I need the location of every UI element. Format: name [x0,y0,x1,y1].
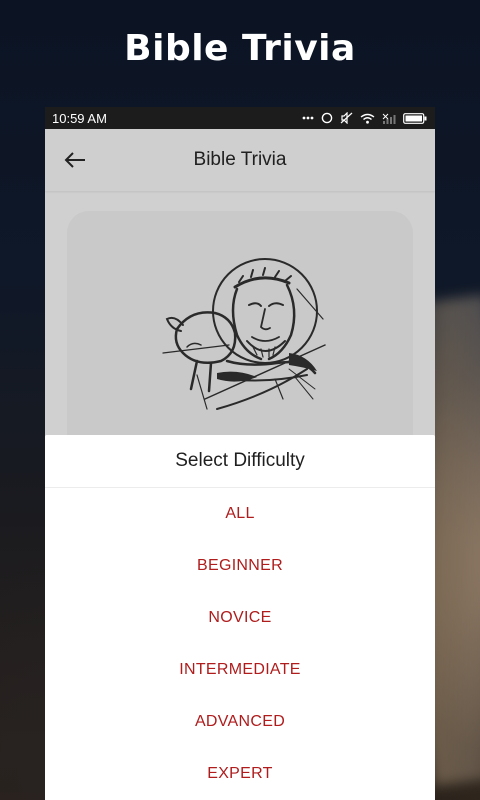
mute-icon [340,112,353,124]
difficulty-option-novice[interactable]: NOVICE [45,592,435,644]
promo-title: Bible Trivia [124,28,356,69]
phone-screen: 10:59 AM Bible Trivia Select Difficulty … [45,107,435,800]
status-icons [302,112,427,124]
alarm-icon [321,112,333,124]
jesus-lamb-illustration [162,258,326,410]
difficulty-option-intermediate[interactable]: INTERMEDIATE [45,644,435,696]
app-bar: Bible Trivia [45,129,435,191]
back-button[interactable] [63,148,87,172]
difficulty-options: ALL BEGINNER NOVICE INTERMEDIATE ADVANCE… [45,488,435,800]
battery-icon [403,112,427,124]
more-dots-icon [302,116,314,120]
difficulty-option-all[interactable]: ALL [45,488,435,540]
hero-card [67,211,413,451]
sheet-title: Select Difficulty [45,435,435,488]
difficulty-option-advanced[interactable]: ADVANCED [45,696,435,748]
status-bar: 10:59 AM [45,107,435,129]
difficulty-option-expert[interactable]: EXPERT [45,748,435,800]
signal-icon [382,113,396,124]
app-bar-title: Bible Trivia [193,149,287,170]
status-time: 10:59 AM [52,110,107,126]
main-content [45,191,435,451]
difficulty-bottom-sheet: Select Difficulty ALL BEGINNER NOVICE IN… [45,435,435,800]
difficulty-option-beginner[interactable]: BEGINNER [45,540,435,592]
wifi-icon [360,113,375,124]
arrow-left-icon [64,152,85,168]
